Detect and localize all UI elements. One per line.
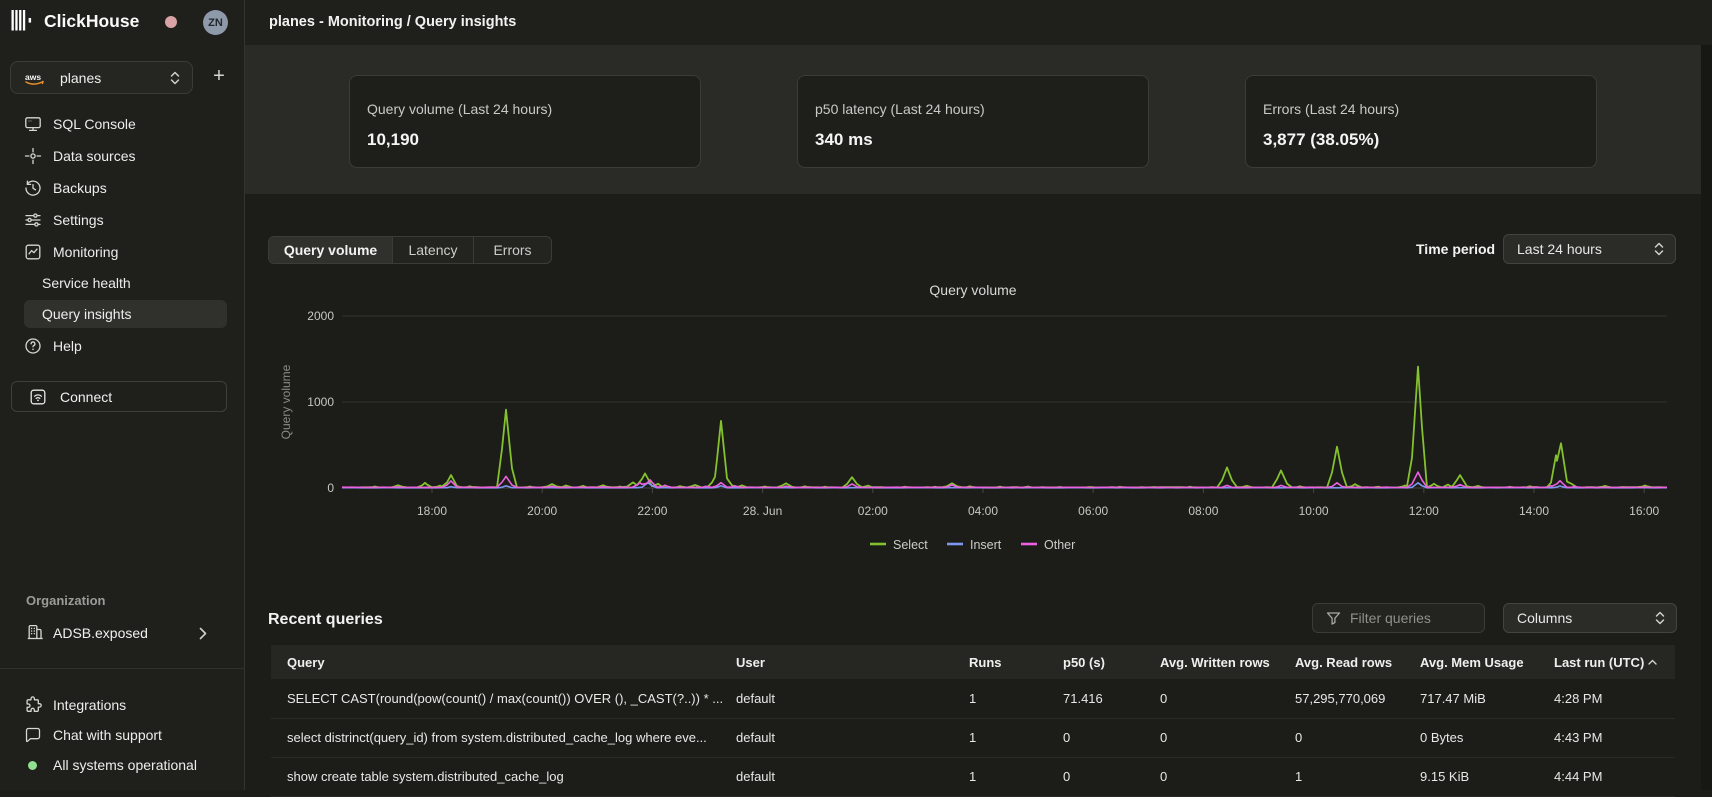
svg-text:28. Jun: 28. Jun xyxy=(743,504,782,518)
svg-text:02:00: 02:00 xyxy=(858,504,888,518)
svg-text:0: 0 xyxy=(327,481,334,495)
svg-text:22:00: 22:00 xyxy=(637,504,667,518)
svg-text:Select: Select xyxy=(893,538,928,552)
svg-text:Query volume: Query volume xyxy=(279,364,293,439)
svg-text:18:00: 18:00 xyxy=(417,504,447,518)
svg-text:10:00: 10:00 xyxy=(1299,504,1329,518)
svg-text:aws: aws xyxy=(25,72,41,82)
svg-text:12:00: 12:00 xyxy=(1409,504,1439,518)
svg-text:2000: 2000 xyxy=(307,309,334,323)
svg-text:04:00: 04:00 xyxy=(968,504,998,518)
svg-text:1000: 1000 xyxy=(307,395,334,409)
svg-text:08:00: 08:00 xyxy=(1188,504,1218,518)
svg-text:Other: Other xyxy=(1044,538,1075,552)
svg-text:20:00: 20:00 xyxy=(527,504,557,518)
svg-text:06:00: 06:00 xyxy=(1078,504,1108,518)
svg-text:16:00: 16:00 xyxy=(1629,504,1659,518)
svg-text:Insert: Insert xyxy=(970,538,1002,552)
svg-text:Query volume: Query volume xyxy=(929,282,1016,298)
svg-text:14:00: 14:00 xyxy=(1519,504,1549,518)
